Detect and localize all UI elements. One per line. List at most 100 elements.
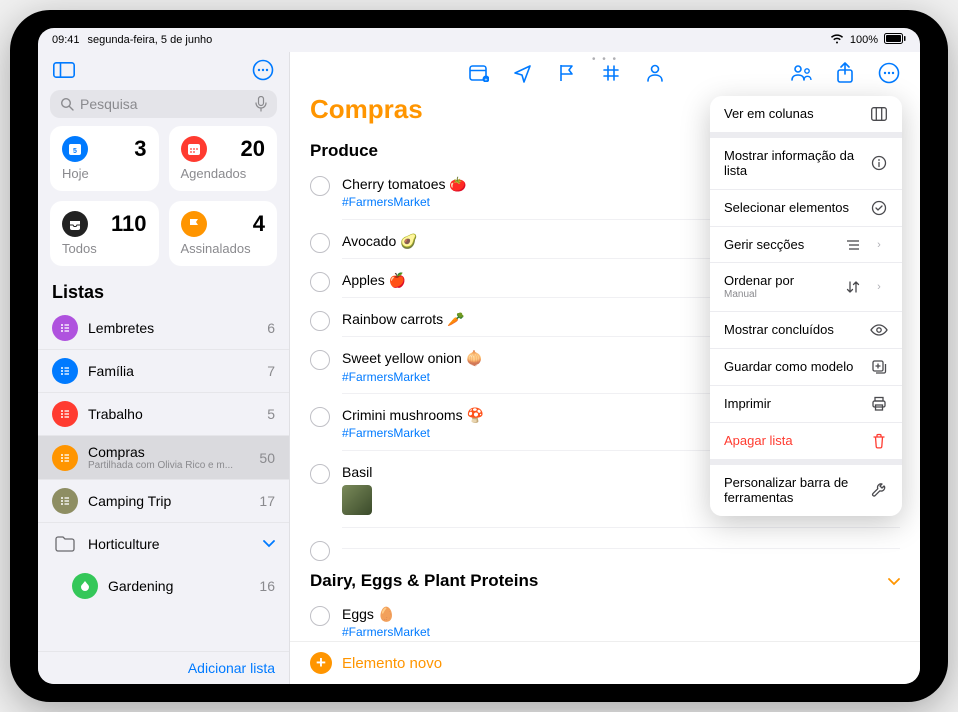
reminder-tag[interactable]: #FarmersMarket xyxy=(342,625,900,641)
info-icon xyxy=(870,155,888,171)
menu-item-gerir-sec-es[interactable]: Gerir secções › xyxy=(710,226,902,263)
list-count: 5 xyxy=(267,406,275,422)
share-toolbar-icon[interactable] xyxy=(834,62,856,84)
chevron-down-icon[interactable] xyxy=(888,573,900,589)
checkbox[interactable] xyxy=(310,272,330,292)
menu-item-ver-em-colunas[interactable]: Ver em colunas xyxy=(710,96,902,132)
menu-item-mostrar-informa-o-da-lista[interactable]: Mostrar informação da lista xyxy=(710,138,902,189)
list-title: Gardening xyxy=(108,578,249,594)
smart-label: Agendados xyxy=(181,166,266,181)
mic-icon[interactable] xyxy=(255,96,267,112)
more-toolbar-icon[interactable] xyxy=(878,62,900,84)
checkbox[interactable] xyxy=(310,407,330,427)
menu-label: Ver em colunas xyxy=(724,106,862,122)
sidebar-list-gardening[interactable]: Gardening 16 xyxy=(38,565,289,607)
sidebar-list-camping trip[interactable]: Camping Trip 17 xyxy=(38,479,289,522)
list-count: 50 xyxy=(259,450,275,466)
plus-icon: + xyxy=(310,652,332,674)
svg-text:+: + xyxy=(485,77,488,82)
menu-item-selecionar-elementos[interactable]: Selecionar elementos xyxy=(710,189,902,226)
checkbox[interactable] xyxy=(310,541,330,561)
reminder-item[interactable] xyxy=(310,534,900,567)
smart-count: 20 xyxy=(241,136,265,162)
lists-header: Listas xyxy=(38,276,289,307)
list-icon xyxy=(52,488,78,514)
location-toolbar-icon[interactable] xyxy=(512,62,534,84)
checkbox[interactable] xyxy=(310,233,330,253)
status-bar: 09:41 segunda-feira, 5 de junho 100% xyxy=(38,28,920,52)
menu-item-mostrar-conclu-dos[interactable]: Mostrar concluídos xyxy=(710,311,902,348)
checkbox[interactable] xyxy=(310,464,330,484)
ipad-frame: 09:41 segunda-feira, 5 de junho 100% Pes… xyxy=(10,10,948,702)
search-input[interactable]: Pesquisa xyxy=(50,90,277,118)
list-subtitle: Partilhada com Olivia Rico e m... xyxy=(88,460,249,471)
battery-icon xyxy=(884,33,906,47)
checkbox[interactable] xyxy=(310,606,330,626)
smart-label: Todos xyxy=(62,241,147,256)
screen: 09:41 segunda-feira, 5 de junho 100% Pes… xyxy=(38,28,920,684)
smart-count: 110 xyxy=(111,211,147,237)
list-count: 6 xyxy=(267,320,275,336)
smart-card-agendados[interactable]: 20 Agendados xyxy=(169,126,278,191)
search-icon xyxy=(60,97,74,111)
status-battery-text: 100% xyxy=(850,34,878,46)
add-list-button[interactable]: Adicionar lista xyxy=(38,651,289,684)
menu-item-ordenar-por[interactable]: Ordenar por Manual › xyxy=(710,262,902,311)
wrench-icon xyxy=(870,482,888,498)
folder-title: Horticulture xyxy=(88,536,253,552)
smart-count: 3 xyxy=(134,136,146,162)
menu-item-guardar-como-modelo[interactable]: Guardar como modelo xyxy=(710,348,902,385)
section-title: Dairy, Eggs & Plant Proteins xyxy=(310,571,538,591)
menu-sublabel: Manual xyxy=(724,289,836,301)
menu-label: Mostrar concluídos xyxy=(724,322,862,338)
menu-label: Guardar como modelo xyxy=(724,359,862,375)
reminder-item[interactable]: Eggs 🥚 #FarmersMarket xyxy=(310,599,900,641)
smart-card-assinalados[interactable]: 4 Assinalados xyxy=(169,201,278,266)
trash-icon xyxy=(870,433,888,449)
section-header-1[interactable]: Dairy, Eggs & Plant Proteins xyxy=(310,567,900,599)
tray-icon xyxy=(62,211,88,237)
menu-label: Ordenar por xyxy=(724,273,836,289)
grabber-icon[interactable]: • • • xyxy=(592,54,618,65)
flag-toolbar-icon[interactable] xyxy=(556,62,578,84)
sidebar-list-trabalho[interactable]: Trabalho 5 xyxy=(38,392,289,435)
menu-label: Imprimir xyxy=(724,396,862,412)
smart-card-todos[interactable]: 110 Todos xyxy=(50,201,159,266)
menu-item-personalizar-barra-de-ferramentas[interactable]: Personalizar barra de ferramentas xyxy=(710,465,902,516)
calgrid-icon xyxy=(181,136,207,162)
list-icon xyxy=(52,315,78,341)
today-toolbar-icon[interactable]: + xyxy=(468,62,490,84)
list-title: Família xyxy=(88,363,257,379)
sidebar-folder-horticulture[interactable]: Horticulture xyxy=(38,522,289,565)
smart-card-hoje[interactable]: 5 3 Hoje xyxy=(50,126,159,191)
template-icon xyxy=(870,359,888,375)
checkbox[interactable] xyxy=(310,311,330,331)
columns-icon xyxy=(870,107,888,121)
menu-item-imprimir[interactable]: Imprimir xyxy=(710,385,902,422)
reminder-attachment[interactable] xyxy=(342,485,372,515)
tag-toolbar-icon[interactable] xyxy=(600,62,622,84)
search-placeholder: Pesquisa xyxy=(80,96,249,112)
sidebar-list-família[interactable]: Família 7 xyxy=(38,349,289,392)
smart-label: Hoje xyxy=(62,166,147,181)
assign-toolbar-icon[interactable] xyxy=(644,62,666,84)
menu-label: Mostrar informação da lista xyxy=(724,148,862,179)
svg-text:5: 5 xyxy=(73,148,77,155)
collaborate-toolbar-icon[interactable] xyxy=(790,62,812,84)
checkbox[interactable] xyxy=(310,350,330,370)
list-icon xyxy=(52,445,78,471)
list-title: Camping Trip xyxy=(88,493,249,509)
new-item-label: Elemento novo xyxy=(342,655,442,672)
chevron-down-icon[interactable] xyxy=(263,535,275,553)
main-panel: • • • + Compras Produce Cherry tomatoes … xyxy=(290,52,920,684)
checkbox[interactable] xyxy=(310,176,330,196)
list-icon xyxy=(52,358,78,384)
sidebar-toggle-icon[interactable] xyxy=(50,56,78,84)
list-icon xyxy=(72,573,98,599)
menu-item-apagar-lista[interactable]: Apagar lista xyxy=(710,422,902,459)
sidebar-list-compras[interactable]: Compras Partilhada com Olivia Rico e m..… xyxy=(38,435,289,479)
sidebar-list-lembretes[interactable]: Lembretes 6 xyxy=(38,307,289,349)
chevron-right-icon: › xyxy=(870,281,888,293)
sidebar-more-icon[interactable] xyxy=(249,56,277,84)
new-item-button[interactable]: + Elemento novo xyxy=(290,641,920,684)
